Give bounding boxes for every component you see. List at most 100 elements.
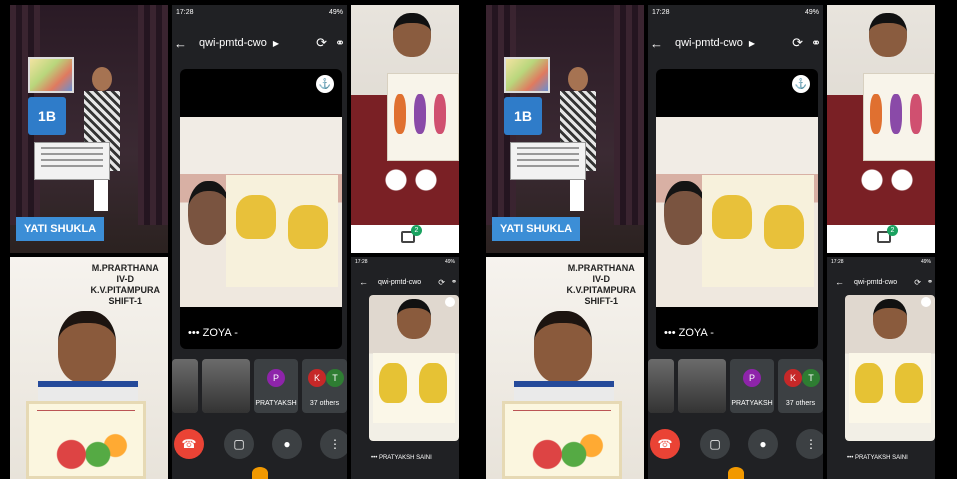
mini-tile-name: ••• PRATYAKSH SAINI: [371, 455, 432, 461]
mini-meet-header: ← qwi-pmtd-cwo ⟳ ⚭: [351, 275, 459, 289]
student-name-chip: YATI SHUKLA: [492, 217, 581, 241]
screenshot-root: 1B YATI SHUKLA M.PRARTHANA IV-D K.V.PITA…: [0, 0, 957, 479]
chevron-right-icon[interactable]: ▶: [749, 39, 755, 48]
camera-button[interactable]: ▢: [224, 429, 254, 459]
end-call-button[interactable]: ☎: [650, 429, 680, 459]
student-drawing: [26, 401, 146, 479]
thumb-self[interactable]: [172, 359, 198, 413]
end-call-button[interactable]: ☎: [174, 429, 204, 459]
avatar: P: [743, 369, 761, 387]
mini-meet-screen: 17:28 49% ← qwi-pmtd-cwo ⟳ ⚭ ••• PRATYAKS…: [827, 257, 935, 479]
thumb-others[interactable]: K T 37 others: [778, 359, 823, 413]
chat-count-badge: 2: [411, 225, 422, 236]
status-bar: 17:28 49%: [652, 9, 819, 16]
headphones-icon[interactable]: ⚭: [927, 278, 933, 286]
pin-icon[interactable]: [921, 297, 931, 307]
vegetable-drawing: [863, 73, 935, 161]
more-options-button[interactable]: ⋮: [320, 429, 347, 459]
meet-screen: 17:28 49% ← qwi-pmtd-cwo ▶ ⟳ ⚭ ⚓ ••• ZOYA…: [648, 5, 823, 479]
mini-tile-name: ••• PRATYAKSH SAINI: [847, 455, 908, 461]
collage-right: 1B YATI SHUKLA M.PRARTHANA IV-D K.V.PITA…: [486, 5, 953, 479]
arrow-left-icon[interactable]: ←: [359, 277, 368, 287]
avatar: K: [784, 369, 802, 387]
meet-screen: 17:28 49% ← qwi-pmtd-cwo ▶ ⟳ ⚭ ⚓ ••• ZOYA…: [172, 5, 347, 479]
mini-meeting-code[interactable]: qwi-pmtd-cwo: [378, 279, 421, 286]
chat-bar: 2: [827, 225, 935, 253]
participant-strip: P PRATYAKSH K T 37 others: [648, 359, 823, 413]
handprint-drawing: [226, 175, 338, 287]
meeting-code[interactable]: qwi-pmtd-cwo: [199, 37, 267, 49]
student-photo-yati: 1B YATI SHUKLA: [486, 5, 644, 253]
tile-name: ••• ZOYA -: [664, 327, 714, 339]
thumb-others[interactable]: K T 37 others: [302, 359, 347, 413]
student-face: [58, 311, 116, 383]
meet-header: ← qwi-pmtd-cwo ▶ ⟳ ⚭: [172, 33, 347, 53]
curtain: [614, 5, 644, 225]
student-face: [534, 311, 592, 383]
handprint-drawing: [702, 175, 814, 287]
main-video-tile[interactable]: ⚓ ••• ZOYA -: [180, 69, 342, 349]
mini-meeting-code[interactable]: qwi-pmtd-cwo: [854, 279, 897, 286]
student-photo-yati: 1B YATI SHUKLA: [10, 5, 168, 253]
wall-poster: [504, 57, 550, 93]
mini-meet-screen: 17:28 49% ← qwi-pmtd-cwo ⟳ ⚭ ••• PRATYAKS…: [351, 257, 459, 479]
mic-button[interactable]: ●: [272, 429, 302, 459]
handprint-drawing: [373, 353, 455, 423]
thumb-pratyaksh[interactable]: P PRATYAKSH: [730, 359, 774, 413]
mini-video-tile[interactable]: [845, 295, 935, 441]
thumb-self[interactable]: [648, 359, 674, 413]
arrow-left-icon[interactable]: ←: [835, 277, 844, 287]
vegetable-drawing: [387, 73, 459, 161]
student-name-chip: YATI SHUKLA: [16, 217, 105, 241]
handprint-drawing: [849, 353, 931, 423]
main-video: [180, 117, 342, 307]
student-caption: M.PRARTHANA IV-D K.V.PITAMPURA SHIFT-1: [90, 263, 160, 306]
student-photo-boy: 2: [827, 5, 935, 253]
pin-icon[interactable]: [445, 297, 455, 307]
arrow-left-icon[interactable]: ←: [174, 36, 187, 51]
collage-left: 1B YATI SHUKLA M.PRARTHANA IV-D K.V.PITA…: [10, 5, 477, 479]
thumb-participant[interactable]: [202, 359, 250, 413]
certificate-sheet: [510, 142, 586, 180]
call-controls: ☎ ▢ ● ⋮: [172, 425, 347, 465]
class-badge: 1B: [28, 97, 66, 135]
mic-button[interactable]: ●: [748, 429, 778, 459]
switch-camera-icon[interactable]: ⟳: [914, 278, 921, 287]
student-photo-boy: 2: [351, 5, 459, 253]
class-badge: 1B: [504, 97, 542, 135]
more-options-button[interactable]: ⋮: [796, 429, 823, 459]
student-photo-prarthana: M.PRARTHANA IV-D K.V.PITAMPURA SHIFT-1: [10, 257, 168, 479]
thumb-participant[interactable]: [678, 359, 726, 413]
student-photo-prarthana: M.PRARTHANA IV-D K.V.PITAMPURA SHIFT-1: [486, 257, 644, 479]
mini-meet-header: ← qwi-pmtd-cwo ⟳ ⚭: [827, 275, 935, 289]
camera-button[interactable]: ▢: [700, 429, 730, 459]
headphones-icon[interactable]: ⚭: [811, 36, 821, 50]
headphones-icon[interactable]: ⚭: [335, 36, 345, 50]
mini-status-bar: 17:28 49%: [355, 259, 455, 265]
tile-name: ••• ZOYA -: [188, 327, 238, 339]
avatar: T: [326, 369, 344, 387]
thumb-pratyaksh[interactable]: P PRATYAKSH: [254, 359, 298, 413]
avatar: P: [267, 369, 285, 387]
student-drawing: [502, 401, 622, 479]
wall-poster: [28, 57, 74, 93]
main-video-tile[interactable]: ⚓ ••• ZOYA -: [656, 69, 818, 349]
pin-icon[interactable]: ⚓: [316, 75, 334, 93]
headphones-icon[interactable]: ⚭: [451, 278, 457, 286]
chat-count-badge: 2: [887, 225, 898, 236]
mini-status-bar: 17:28 49%: [831, 259, 931, 265]
chevron-right-icon[interactable]: ▶: [273, 39, 279, 48]
pin-icon[interactable]: ⚓: [792, 75, 810, 93]
participant-face: [397, 299, 431, 339]
call-controls: ☎ ▢ ● ⋮: [648, 425, 823, 465]
arrow-left-icon[interactable]: ←: [650, 36, 663, 51]
avatar: K: [308, 369, 326, 387]
status-bar: 17:28 49%: [176, 9, 343, 16]
switch-camera-icon[interactable]: ⟳: [792, 35, 803, 51]
meet-header: ← qwi-pmtd-cwo ▶ ⟳ ⚭: [648, 33, 823, 53]
student-caption: M.PRARTHANA IV-D K.V.PITAMPURA SHIFT-1: [566, 263, 636, 306]
switch-camera-icon[interactable]: ⟳: [438, 278, 445, 287]
mini-video-tile[interactable]: [369, 295, 459, 441]
meeting-code[interactable]: qwi-pmtd-cwo: [675, 37, 743, 49]
switch-camera-icon[interactable]: ⟳: [316, 35, 327, 51]
